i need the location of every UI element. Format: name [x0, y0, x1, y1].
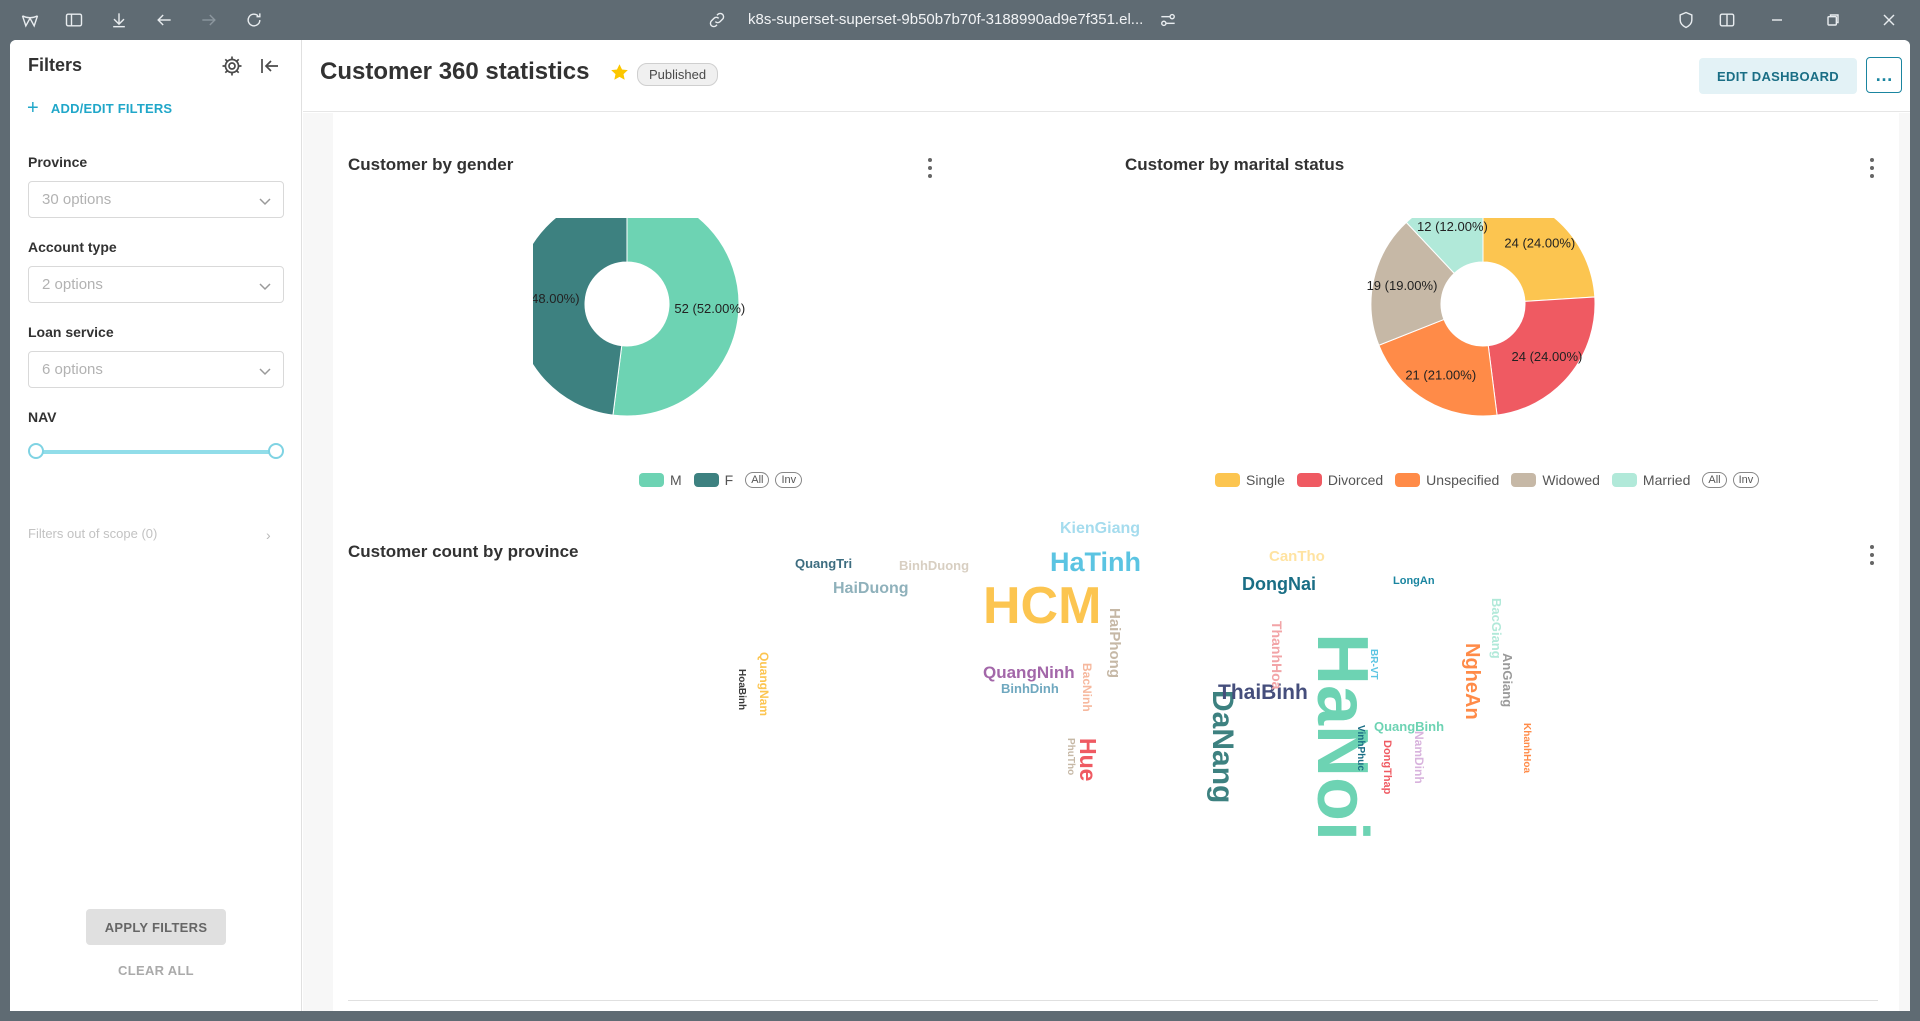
word-longan[interactable]: LongAn: [1393, 575, 1435, 587]
back-icon[interactable]: [153, 9, 175, 31]
browser-logo-icon[interactable]: [19, 9, 41, 31]
site-settings-icon[interactable]: [1157, 9, 1179, 31]
word-cantho[interactable]: CanTho: [1269, 548, 1325, 565]
word-kiengiang[interactable]: KienGiang: [1060, 520, 1140, 537]
dashboard-content: Customer by gender Customer by marital s…: [303, 113, 1910, 1011]
filters-out-of-scope[interactable]: Filters out of scope (0): [28, 526, 157, 541]
word-dongthap[interactable]: DongThap: [1381, 740, 1393, 795]
account-type-select[interactable]: 2 options: [28, 266, 284, 303]
word-dongnai[interactable]: DongNai: [1242, 574, 1316, 594]
filter-label-province: Province: [28, 154, 88, 170]
filter-label-account-type: Account type: [28, 239, 117, 255]
word-vinhphuc[interactable]: VinhPhuc: [1355, 725, 1366, 771]
word-danang[interactable]: DaNang: [1206, 690, 1239, 803]
add-edit-filters-label: ADD/EDIT FILTERS: [50, 100, 173, 116]
split-view-icon[interactable]: [1716, 9, 1738, 31]
province-select[interactable]: 30 options: [28, 181, 284, 218]
word-phutho[interactable]: PhuTho: [1065, 738, 1076, 775]
filter-label-loan-service: Loan service: [28, 324, 114, 340]
more-options-button[interactable]: …: [1866, 57, 1902, 93]
word-br-vt[interactable]: BR-VT: [1368, 649, 1379, 680]
sidebar-toggle-icon[interactable]: [63, 9, 85, 31]
plus-icon: +: [27, 97, 39, 119]
collapse-sidebar-icon[interactable]: [258, 54, 284, 80]
address-bar[interactable]: k8s-superset-superset-9b50b7b70f-3188990…: [748, 11, 1143, 28]
word-hatinh[interactable]: HaTinh: [1050, 547, 1141, 577]
chevron-down-icon: [259, 194, 271, 206]
loan-service-placeholder: 6 options: [42, 361, 103, 378]
reload-icon[interactable]: [243, 9, 265, 31]
status-badge[interactable]: Published: [637, 63, 719, 86]
restore-icon[interactable]: [1822, 9, 1844, 31]
forward-icon[interactable]: [198, 9, 220, 31]
browser-toolbar: k8s-superset-superset-9b50b7b70f-3188990…: [0, 0, 1920, 40]
word-binhduong[interactable]: BinhDuong: [899, 558, 969, 573]
favorite-star-icon[interactable]: [609, 62, 631, 84]
filter-label-nav: NAV: [28, 409, 57, 425]
download-icon[interactable]: [108, 9, 130, 31]
word-quangninh[interactable]: QuangNinh: [983, 663, 1075, 682]
dashboard-grid: Customer by gender Customer by marital s…: [333, 113, 1899, 1011]
word-angiang[interactable]: AnGiang: [1500, 653, 1515, 707]
nav-range-max-handle[interactable]: [268, 443, 284, 459]
page-title: Customer 360 statistics: [320, 58, 590, 85]
divider: [348, 1000, 1878, 1001]
word-quangbinh[interactable]: QuangBinh: [1374, 719, 1444, 734]
nav-range-track[interactable]: [35, 450, 275, 454]
clear-all-button[interactable]: CLEAR ALL: [86, 956, 226, 984]
shield-icon[interactable]: [1675, 9, 1697, 31]
word-quangnam[interactable]: QuangNam: [757, 652, 771, 716]
filters-sidebar: Filters + ADD/EDIT FILTERS Province 30 o…: [10, 40, 302, 1011]
add-edit-filters-button[interactable]: + ADD/EDIT FILTERS: [27, 97, 173, 119]
word-hue[interactable]: Hue: [1075, 738, 1101, 781]
word-haiduong[interactable]: HaiDuong: [833, 580, 909, 597]
word-bacninh[interactable]: BacNinh: [1080, 663, 1094, 712]
word-haiphong[interactable]: HaiPhong: [1106, 608, 1123, 678]
word-quangtri[interactable]: QuangTri: [795, 556, 852, 571]
filters-title: Filters: [28, 55, 83, 75]
word-nghean[interactable]: NgheAn: [1461, 643, 1483, 720]
word-hoabinh[interactable]: HoaBinh: [736, 669, 747, 710]
word-thanhhoa[interactable]: ThanhHoa: [1269, 621, 1285, 690]
word-hcm[interactable]: HCM: [983, 577, 1101, 635]
minimize-icon[interactable]: [1766, 9, 1788, 31]
word-thaibinh[interactable]: ThaiBinh: [1218, 681, 1308, 704]
link-icon[interactable]: [706, 9, 728, 31]
province-word-cloud: HaNoiHCMDaNangHaTinhThaiBinhDongNaiNgheA…: [736, 520, 1532, 841]
gear-icon[interactable]: [220, 54, 246, 80]
close-window-icon[interactable]: [1878, 9, 1900, 31]
account-type-placeholder: 2 options: [42, 276, 103, 293]
word-namdinh[interactable]: NamDinh: [1412, 731, 1426, 784]
loan-service-select[interactable]: 6 options: [28, 351, 284, 388]
dashboard-header: Customer 360 statistics Published EDIT D…: [303, 40, 1910, 112]
chevron-right-icon[interactable]: ›: [266, 527, 271, 543]
word-bacgiang[interactable]: BacGiang: [1489, 598, 1504, 659]
nav-range-min-handle[interactable]: [28, 443, 44, 459]
apply-filters-button[interactable]: APPLY FILTERS: [86, 909, 226, 945]
chevron-down-icon: [259, 364, 271, 376]
edit-dashboard-button[interactable]: EDIT DASHBOARD: [1699, 58, 1857, 94]
word-binhdinh[interactable]: BinhDinh: [1001, 681, 1059, 696]
word-khanhhoa[interactable]: KhanhHoa: [1521, 723, 1532, 773]
province-placeholder: 30 options: [42, 191, 112, 208]
chevron-down-icon: [259, 279, 271, 291]
superset-app: Filters + ADD/EDIT FILTERS Province 30 o…: [10, 40, 1910, 1011]
